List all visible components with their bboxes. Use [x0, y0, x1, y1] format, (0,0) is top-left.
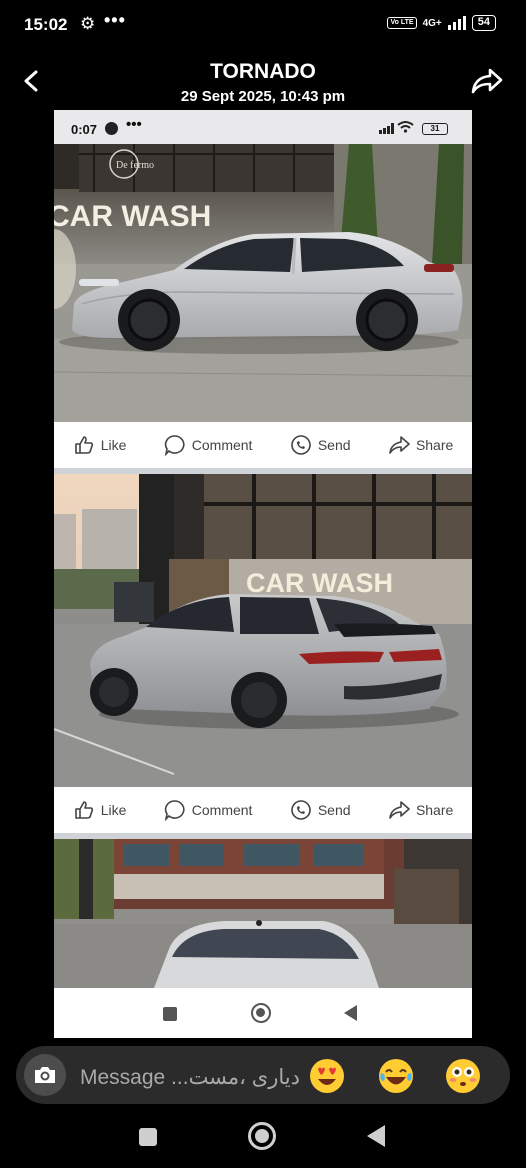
shop-sign: De fermo — [116, 160, 154, 171]
inner-status-time: 0:07 — [71, 122, 98, 137]
car-photo-1[interactable]: De fermo CAR WASH — [54, 144, 472, 422]
status-time: 15:02 — [24, 15, 68, 34]
share-arrow-icon — [389, 436, 410, 454]
inner-signal-icon — [379, 123, 394, 134]
send-button[interactable]: Send — [290, 799, 351, 821]
comment-icon — [164, 800, 185, 821]
gear-icon: ⚙ — [80, 14, 96, 33]
thumbs-up-icon — [74, 801, 93, 819]
attached-screenshot[interactable]: 0:07 ••• 31 De fermo CAR WASH Like Comme… — [54, 110, 472, 1038]
messenger-icon — [105, 122, 118, 135]
inner-battery-icon: 31 — [422, 123, 448, 135]
share-button[interactable]: Share — [388, 799, 453, 821]
comment-button[interactable]: Comment — [164, 799, 253, 821]
home-button[interactable] — [248, 1122, 276, 1150]
whatsapp-icon — [291, 435, 311, 455]
share-forward-icon[interactable] — [470, 66, 504, 96]
flushed-emoji-icon[interactable] — [445, 1058, 481, 1094]
car-wash-sign: CAR WASH — [54, 200, 211, 233]
comment-label: Comment — [191, 437, 253, 453]
volte-icon: Vo LTE — [387, 17, 417, 29]
send-label: Send — [317, 802, 351, 818]
car-wash-sign: CAR WASH — [246, 568, 393, 598]
home-icon — [251, 1003, 271, 1023]
recents-button[interactable] — [139, 1128, 157, 1146]
more-notifications-icon: ••• — [104, 10, 126, 30]
inner-status-bar: 0:07 ••• 31 — [54, 110, 472, 144]
post-actions-2: Like Comment Send Share — [54, 787, 472, 833]
share-label: Share — [415, 437, 454, 453]
chat-title: TORNADO — [210, 60, 316, 83]
battery-icon: 54 — [471, 15, 496, 31]
like-label: Like — [100, 802, 127, 818]
car-photo-3[interactable] — [54, 839, 472, 988]
send-label: Send — [317, 437, 351, 453]
comment-icon — [164, 435, 185, 456]
heart-eyes-emoji-icon[interactable] — [309, 1058, 345, 1094]
share-button[interactable]: Share — [388, 434, 453, 456]
message-timestamp: 29 Sept 2025, 10:43 pm — [180, 88, 346, 105]
status-right-group: Vo LTE 4G+ 54 — [387, 15, 496, 31]
recents-icon — [163, 1007, 177, 1021]
tears-of-joy-emoji-icon[interactable] — [378, 1058, 414, 1094]
back-icon — [344, 1005, 357, 1021]
thumbs-up-icon — [74, 436, 93, 454]
share-arrow-icon — [389, 801, 410, 819]
comment-label: Comment — [191, 802, 253, 818]
post-actions-1: Like Comment Send Share — [54, 422, 472, 468]
wifi-icon — [397, 121, 414, 133]
message-input[interactable]: Message ...دیاری ،مست — [80, 1065, 300, 1090]
status-bar: 15:02 ⚙ ••• Vo LTE 4G+ 54 — [0, 0, 526, 50]
whatsapp-icon — [291, 800, 311, 820]
share-label: Share — [415, 802, 454, 818]
like-button[interactable]: Like — [73, 434, 127, 456]
like-button[interactable]: Like — [73, 799, 127, 821]
back-button[interactable] — [367, 1125, 385, 1147]
like-label: Like — [100, 437, 127, 453]
message-bar: Message ...دیاری ،مست — [16, 1046, 510, 1104]
send-button[interactable]: Send — [290, 434, 351, 456]
camera-button[interactable] — [24, 1054, 66, 1096]
inner-more-icon: ••• — [126, 116, 142, 133]
comment-button[interactable]: Comment — [164, 434, 253, 456]
signal-icon — [447, 16, 466, 30]
camera-icon — [35, 1067, 55, 1083]
inner-nav-bar — [54, 988, 472, 1038]
car-photo-2[interactable]: CAR WASH — [54, 474, 472, 787]
network-type: 4G+ — [422, 17, 442, 29]
